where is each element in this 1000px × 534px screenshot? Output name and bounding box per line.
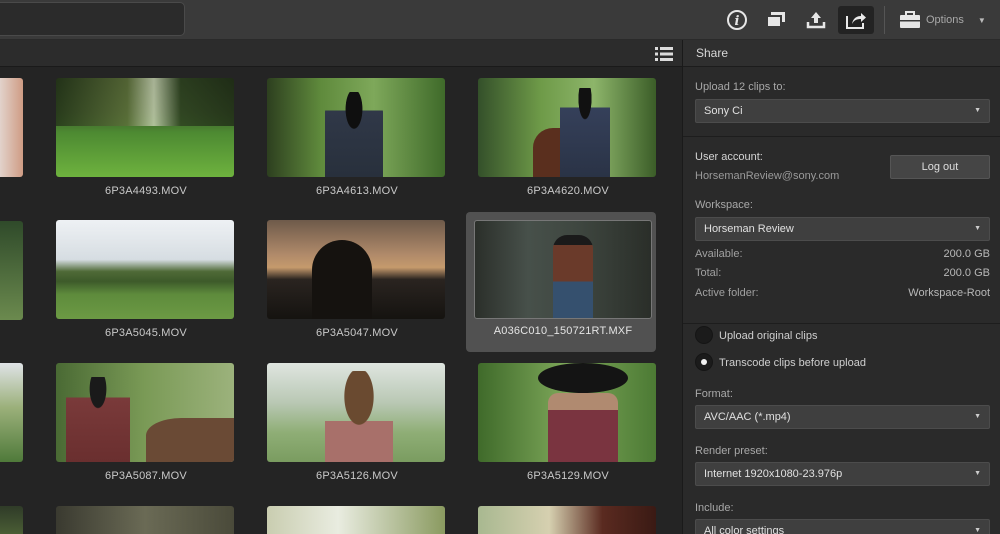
radio-upload-original[interactable] <box>695 326 713 344</box>
clip-thumbnail-partial[interactable] <box>56 506 234 534</box>
clip-thumbnail <box>267 78 445 177</box>
copy-window-button[interactable] <box>758 6 794 34</box>
clip-tile[interactable]: 6P3A5047.MOV <box>257 210 447 350</box>
workspace-select[interactable]: Horseman Review ▼ <box>695 217 990 241</box>
available-row: Available: 200.0 GB <box>695 248 990 260</box>
options-label: Options <box>926 14 964 26</box>
briefcase-icon <box>900 11 920 28</box>
clip-name: 6P3A5047.MOV <box>316 327 398 339</box>
clip-tile[interactable]: 6P3A4613.MOV <box>257 68 447 208</box>
upload-target-value: Sony Ci <box>704 105 743 117</box>
available-value: 200.0 GB <box>943 248 990 260</box>
clip-tile[interactable]: 6P3A5129.MOV <box>468 353 658 493</box>
logout-button[interactable]: Log out <box>890 155 990 179</box>
clip-thumbnail-partial[interactable] <box>0 221 23 320</box>
render-preset-select[interactable]: Internet 1920x1080-23.976p ▼ <box>695 462 990 486</box>
transcode-section: Upload original clips Transcode clips be… <box>683 324 1000 534</box>
upload-target-select[interactable]: Sony Ci ▼ <box>695 99 990 123</box>
total-row: Total: 200.0 GB <box>695 267 990 279</box>
clip-thumbnail <box>56 363 234 462</box>
workspace-label: Workspace: <box>695 199 753 211</box>
clip-thumbnail-partial[interactable] <box>0 78 23 177</box>
clip-thumbnail <box>474 220 652 319</box>
clip-tile[interactable]: 6P3A4493.MOV <box>46 68 236 208</box>
render-preset-value: Internet 1920x1080-23.976p <box>704 468 843 480</box>
clip-name: A036C010_150721RT.MXF <box>493 325 633 337</box>
clip-name: 6P3A5126.MOV <box>316 470 398 482</box>
radio-transcode[interactable] <box>695 353 713 371</box>
active-folder-value: Workspace-Root <box>908 287 990 299</box>
active-folder-row: Active folder: Workspace-Root <box>695 287 990 299</box>
include-label: Include: <box>695 502 734 514</box>
list-view-button[interactable] <box>653 44 675 64</box>
upload-label: Upload 12 clips to: <box>695 81 786 93</box>
clip-thumbnail <box>478 363 656 462</box>
clip-tile[interactable]: 6P3A4620.MOV <box>468 68 658 208</box>
clip-name: 6P3A5129.MOV <box>527 470 609 482</box>
total-label: Total: <box>695 267 722 279</box>
toolbar-divider <box>884 6 885 34</box>
render-preset-label: Render preset: <box>695 445 768 457</box>
browser-subbar <box>0 40 682 67</box>
share-button[interactable] <box>838 6 874 34</box>
upload-section: Upload 12 clips to: Sony Ci ▼ <box>683 67 1000 137</box>
panel-title: Share <box>683 40 1000 67</box>
clip-tile-selected[interactable]: A036C010_150721RT.MXF <box>466 212 656 352</box>
radio-transcode-label[interactable]: Transcode clips before upload <box>719 357 866 369</box>
clip-thumbnail <box>267 363 445 462</box>
copy-window-icon <box>766 12 785 28</box>
chevron-down-icon: ▼ <box>974 527 981 534</box>
info-button[interactable]: i <box>719 6 755 34</box>
clip-thumbnail-partial[interactable] <box>0 506 23 534</box>
clip-thumbnail-partial[interactable] <box>0 363 23 462</box>
chevron-down-icon: ▼ <box>974 470 981 477</box>
include-value: All color settings <box>704 525 785 534</box>
clip-thumbnail <box>478 78 656 177</box>
clip-name: 6P3A4613.MOV <box>316 185 398 197</box>
format-select[interactable]: AVC/AAC (*.mp4) ▼ <box>695 405 990 429</box>
account-section: User account: HorsemanReview@sony.com Lo… <box>683 137 1000 324</box>
clip-grid: 6P3A4493.MOV 6P3A4613.MOV 6P3A4620.MOV 6… <box>0 67 682 534</box>
options-menu-button[interactable]: Options ▼ <box>892 6 996 34</box>
available-label: Available: <box>695 248 743 260</box>
clip-tile[interactable]: 6P3A5087.MOV <box>46 353 236 493</box>
clip-name: 6P3A5087.MOV <box>105 470 187 482</box>
clip-name: 6P3A4493.MOV <box>105 185 187 197</box>
svg-text:i: i <box>735 14 740 29</box>
chevron-down-icon: ▼ <box>977 15 986 25</box>
user-account-value: HorsemanReview@sony.com <box>695 170 840 182</box>
chevron-down-icon: ▼ <box>974 225 981 232</box>
include-select[interactable]: All color settings ▼ <box>695 519 990 534</box>
upload-icon <box>806 12 826 29</box>
clip-thumbnail <box>56 78 234 177</box>
list-view-icon <box>655 47 673 61</box>
chevron-down-icon: ▼ <box>974 413 981 420</box>
clip-thumbnail-partial[interactable] <box>267 506 445 534</box>
share-panel: Share Upload 12 clips to: Sony Ci ▼ User… <box>682 40 1000 534</box>
clip-thumbnail-partial[interactable] <box>478 506 656 534</box>
clip-tile[interactable]: 6P3A5045.MOV <box>46 210 236 350</box>
chevron-down-icon: ▼ <box>974 107 981 114</box>
workspace-value: Horseman Review <box>704 223 794 235</box>
clip-tile[interactable]: 6P3A5126.MOV <box>257 353 447 493</box>
format-value: AVC/AAC (*.mp4) <box>704 411 791 423</box>
top-toolbar: i Options ▼ <box>0 0 1000 40</box>
upload-button[interactable] <box>798 6 834 34</box>
format-label: Format: <box>695 388 733 400</box>
radio-upload-original-label[interactable]: Upload original clips <box>719 330 817 342</box>
user-account-label: User account: <box>695 151 763 163</box>
clip-name: 6P3A4620.MOV <box>527 185 609 197</box>
search-field[interactable] <box>0 2 185 36</box>
clip-thumbnail <box>56 220 234 319</box>
clip-name: 6P3A5045.MOV <box>105 327 187 339</box>
active-folder-label: Active folder: <box>695 287 759 299</box>
share-icon <box>846 13 866 29</box>
clip-thumbnail <box>267 220 445 319</box>
total-value: 200.0 GB <box>943 267 990 279</box>
info-icon: i <box>727 10 747 30</box>
